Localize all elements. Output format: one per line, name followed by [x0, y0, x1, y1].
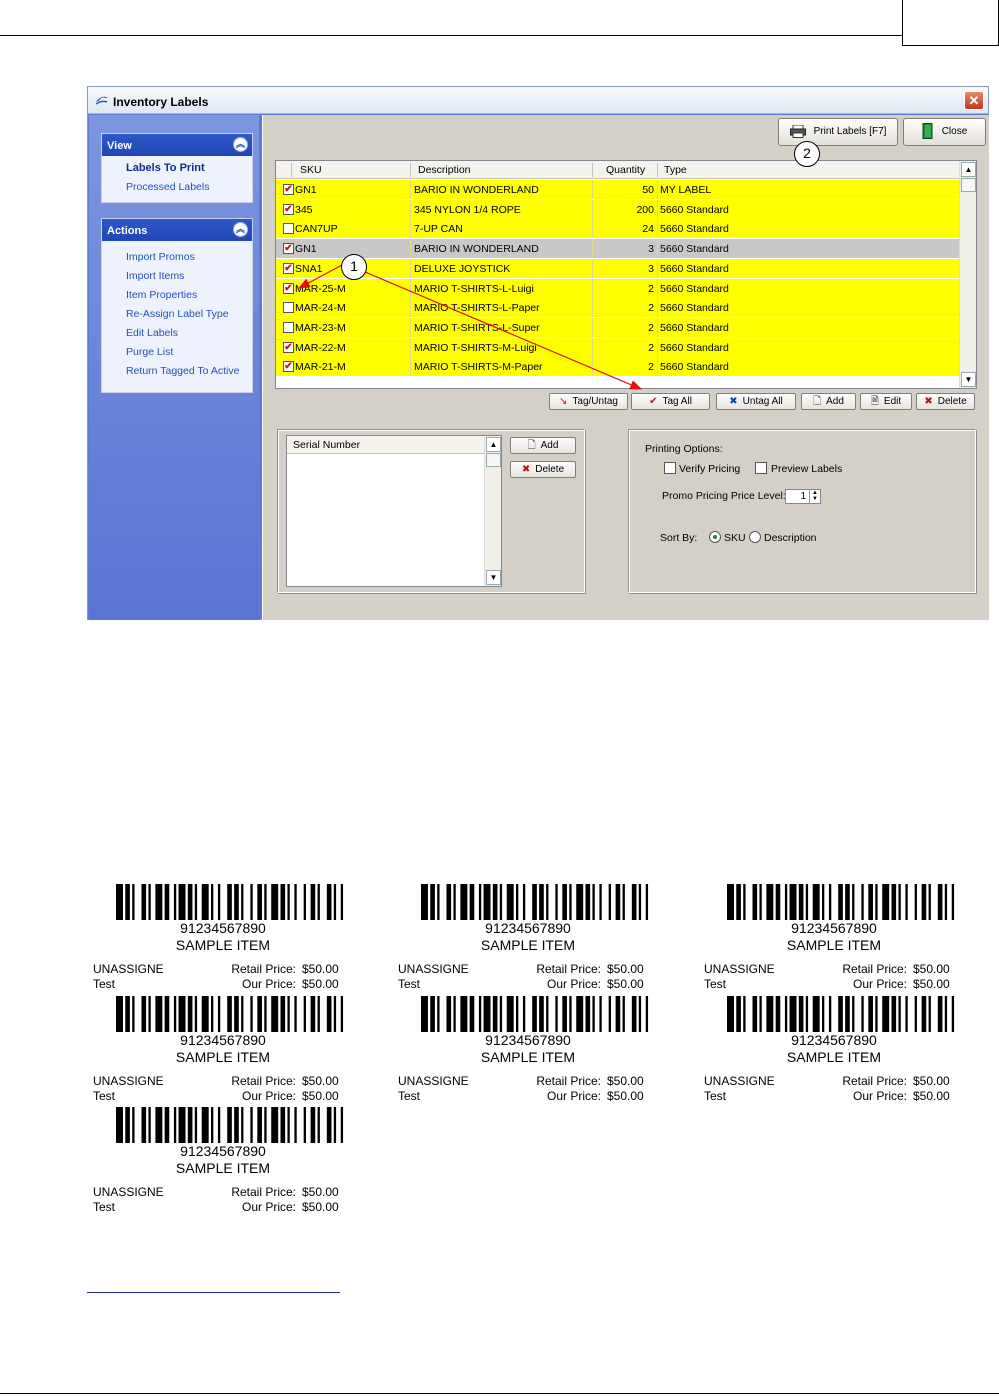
footer-link-underline[interactable] — [87, 1292, 340, 1293]
our-price-label: Our Price: — [241, 1089, 296, 1103]
label-left-line2: Test — [398, 1089, 421, 1103]
label-code: 91234567890 — [791, 920, 877, 936]
label-left-line1: UNASSIGNE — [704, 962, 775, 976]
retail-price-value: $50.00 — [913, 1074, 950, 1088]
label-our-price: Our Price: $50.00 — [839, 977, 950, 991]
label-our-price: Our Price: $50.00 — [228, 1089, 339, 1103]
label-left-line2: Test — [93, 1089, 116, 1103]
printed-label: 91234567890 SAMPLE ITEM UNASSIGNE Test Retai… — [93, 884, 353, 994]
label-our-price: Our Price: $50.00 — [228, 977, 339, 991]
retail-price-label: Retail Price: — [231, 1185, 296, 1199]
label-left-line1: UNASSIGNE — [398, 1074, 469, 1088]
label-item-name: SAMPLE ITEM — [786, 937, 882, 953]
retail-price-value: $50.00 — [607, 962, 644, 976]
our-price-value: $50.00 — [913, 1089, 950, 1103]
our-price-value: $50.00 — [607, 1089, 644, 1103]
arrow-to-checkbox — [297, 263, 345, 289]
our-price-value: $50.00 — [913, 977, 950, 991]
retail-price-value: $50.00 — [607, 1074, 644, 1088]
callout-one: 1 — [341, 254, 367, 280]
label-item-name: SAMPLE ITEM — [480, 937, 576, 953]
retail-price-label: Retail Price: — [231, 1074, 296, 1088]
label-left-line1: UNASSIGNE — [93, 962, 164, 976]
printed-label: 91234567890 SAMPLE ITEM UNASSIGNE Test Retai… — [398, 996, 658, 1106]
label-code: 91234567890 — [485, 1032, 571, 1048]
our-price-label: Our Price: — [241, 1200, 296, 1214]
label-left-line1: UNASSIGNE — [398, 962, 469, 976]
retail-price-label: Retail Price: — [842, 962, 907, 976]
barcode — [421, 996, 649, 1032]
our-price-label: Our Price: — [241, 977, 296, 991]
arrow-to-tag-all — [364, 271, 643, 390]
printed-label: 91234567890 SAMPLE ITEM UNASSIGNE Test Retai… — [704, 996, 964, 1106]
printed-label: 91234567890 SAMPLE ITEM UNASSIGNE Test Retai… — [93, 1107, 353, 1217]
label-item-name: SAMPLE ITEM — [175, 1160, 271, 1176]
retail-price-label: Retail Price: — [536, 962, 601, 976]
label-left-line2: Test — [93, 977, 116, 991]
our-price-label: Our Price: — [546, 1089, 601, 1103]
label-code: 91234567890 — [180, 1032, 266, 1048]
barcode — [116, 996, 344, 1032]
label-retail-price: Retail Price: $50.00 — [228, 1185, 339, 1199]
retail-price-value: $50.00 — [302, 962, 339, 976]
label-retail-price: Retail Price: $50.00 — [228, 1074, 339, 1088]
label-our-price: Our Price: $50.00 — [533, 1089, 644, 1103]
annotation-arrows — [297, 263, 643, 390]
page-footer-rule — [0, 1393, 999, 1394]
retail-price-value: $50.00 — [302, 1185, 339, 1199]
retail-price-value: $50.00 — [913, 962, 950, 976]
barcode — [116, 884, 344, 920]
label-left-line1: UNASSIGNE — [93, 1074, 164, 1088]
printed-label: 91234567890 SAMPLE ITEM UNASSIGNE Test Retai… — [704, 884, 964, 994]
our-price-value: $50.00 — [302, 1089, 339, 1103]
label-item-name: SAMPLE ITEM — [175, 937, 271, 953]
label-left-line1: UNASSIGNE — [93, 1185, 164, 1199]
label-retail-price: Retail Price: $50.00 — [533, 1074, 644, 1088]
barcode — [116, 1107, 344, 1143]
our-price-value: $50.00 — [302, 977, 339, 991]
our-price-value: $50.00 — [302, 1200, 339, 1214]
label-code: 91234567890 — [791, 1032, 877, 1048]
label-code: 91234567890 — [180, 1143, 266, 1159]
label-left-line2: Test — [704, 1089, 727, 1103]
barcode — [727, 884, 955, 920]
our-price-label: Our Price: — [852, 977, 907, 991]
label-our-price: Our Price: $50.00 — [228, 1200, 339, 1214]
label-retail-price: Retail Price: $50.00 — [839, 962, 950, 976]
label-left-line1: UNASSIGNE — [704, 1074, 775, 1088]
label-our-price: Our Price: $50.00 — [839, 1089, 950, 1103]
label-retail-price: Retail Price: $50.00 — [839, 1074, 950, 1088]
callout-two: 2 — [794, 141, 820, 167]
retail-price-value: $50.00 — [302, 1074, 339, 1088]
label-item-name: SAMPLE ITEM — [480, 1049, 576, 1065]
our-price-value: $50.00 — [607, 977, 644, 991]
label-item-name: SAMPLE ITEM — [786, 1049, 882, 1065]
label-left-line2: Test — [704, 977, 727, 991]
label-item-name: SAMPLE ITEM — [175, 1049, 271, 1065]
label-left-line2: Test — [93, 1200, 116, 1214]
label-our-price: Our Price: $50.00 — [533, 977, 644, 991]
label-code: 91234567890 — [485, 920, 571, 936]
label-retail-price: Retail Price: $50.00 — [533, 962, 644, 976]
printed-label: 91234567890 SAMPLE ITEM UNASSIGNE Test Retai… — [93, 996, 353, 1106]
retail-price-label: Retail Price: — [536, 1074, 601, 1088]
label-retail-price: Retail Price: $50.00 — [228, 962, 339, 976]
label-left-line2: Test — [398, 977, 421, 991]
retail-price-label: Retail Price: — [842, 1074, 907, 1088]
our-price-label: Our Price: — [546, 977, 601, 991]
barcode — [727, 996, 955, 1032]
label-code: 91234567890 — [180, 920, 266, 936]
printed-label: 91234567890 SAMPLE ITEM UNASSIGNE Test Retai… — [398, 884, 658, 994]
barcode — [421, 884, 649, 920]
retail-price-label: Retail Price: — [231, 962, 296, 976]
our-price-label: Our Price: — [852, 1089, 907, 1103]
